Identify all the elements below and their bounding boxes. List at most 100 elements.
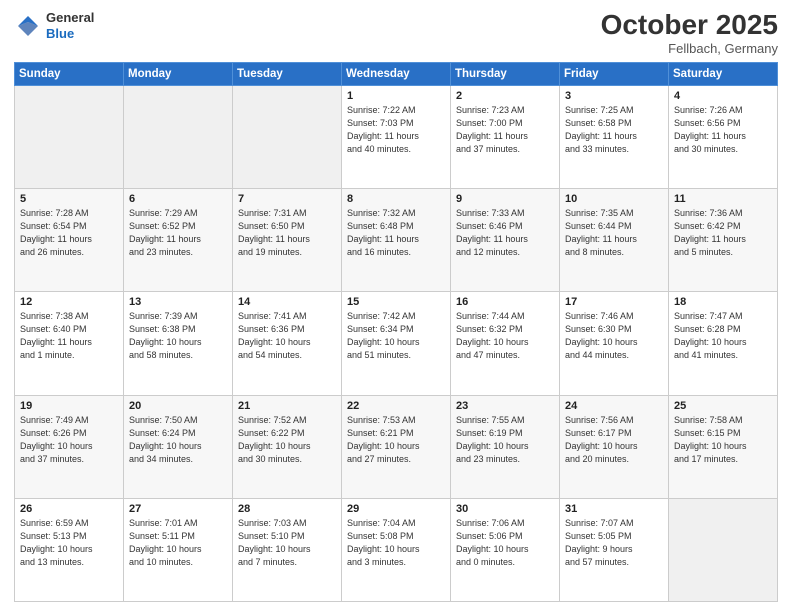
- calendar-cell: 6 Sunrise: 7:29 AM Sunset: 6:52 PM Daylig…: [124, 189, 233, 292]
- day-info: Sunrise: 7:58 AM Sunset: 6:15 PM Dayligh…: [674, 414, 772, 466]
- calendar-cell: 12 Sunrise: 7:38 AM Sunset: 6:40 PM Dayli…: [15, 292, 124, 395]
- calendar-cell: 11 Sunrise: 7:36 AM Sunset: 6:42 PM Dayli…: [669, 189, 778, 292]
- calendar-cell: 13Sunrise: 7:39 AM Sunset: 6:38 PM Dayli…: [124, 292, 233, 395]
- day-info: Sunrise: 7:42 AM Sunset: 6:34 PM Dayligh…: [347, 310, 445, 362]
- day-info: Sunrise: 7:07 AM Sunset: 5:05 PM Dayligh…: [565, 517, 663, 569]
- day-number: 5: [20, 193, 118, 205]
- day-info: Sunrise: 7:38 AM Sunset: 6:40 PM Dayligh…: [20, 310, 118, 362]
- calendar-week-4: 19Sunrise: 7:49 AM Sunset: 6:26 PM Dayli…: [15, 395, 778, 498]
- day-number: 28: [238, 503, 336, 515]
- day-info: Sunrise: 7:23 AM Sunset: 7:00 PM Dayligh…: [456, 104, 554, 156]
- calendar-cell: 23 Sunrise: 7:55 AM Sunset: 6:19 PM Dayli…: [451, 395, 560, 498]
- calendar-cell: 9Sunrise: 7:33 AM Sunset: 6:46 PM Daylig…: [451, 189, 560, 292]
- day-info: Sunrise: 7:29 AM Sunset: 6:52 PM Dayligh…: [129, 207, 227, 259]
- logo: General Blue: [14, 10, 94, 41]
- calendar-cell: [669, 498, 778, 601]
- calendar-cell: 10Sunrise: 7:35 AM Sunset: 6:44 PM Dayli…: [560, 189, 669, 292]
- day-number: 30: [456, 503, 554, 515]
- day-info: Sunrise: 7:06 AM Sunset: 5:06 PM Dayligh…: [456, 517, 554, 569]
- calendar-header-monday: Monday: [124, 62, 233, 85]
- day-number: 14: [238, 296, 336, 308]
- page: General Blue October 2025 Fellbach, Germ…: [0, 0, 792, 612]
- day-number: 16: [456, 296, 554, 308]
- calendar-cell: 26 Sunrise: 6:59 AM Sunset: 5:13 PM Dayli…: [15, 498, 124, 601]
- day-number: 24: [565, 400, 663, 412]
- calendar-cell: 20Sunrise: 7:50 AM Sunset: 6:24 PM Dayli…: [124, 395, 233, 498]
- day-number: 23: [456, 400, 554, 412]
- day-info: Sunrise: 7:25 AM Sunset: 6:58 PM Dayligh…: [565, 104, 663, 156]
- logo-text: General Blue: [46, 10, 94, 41]
- calendar-cell: [233, 85, 342, 188]
- day-number: 1: [347, 90, 445, 102]
- day-info: Sunrise: 7:55 AM Sunset: 6:19 PM Dayligh…: [456, 414, 554, 466]
- day-number: 3: [565, 90, 663, 102]
- day-number: 12: [20, 296, 118, 308]
- calendar-week-2: 5 Sunrise: 7:28 AM Sunset: 6:54 PM Daylig…: [15, 189, 778, 292]
- title-block: October 2025 Fellbach, Germany: [601, 10, 778, 56]
- day-number: 31: [565, 503, 663, 515]
- calendar-cell: [15, 85, 124, 188]
- calendar-week-5: 26 Sunrise: 6:59 AM Sunset: 5:13 PM Dayli…: [15, 498, 778, 601]
- month-title: October 2025: [601, 10, 778, 41]
- day-info: Sunrise: 7:01 AM Sunset: 5:11 PM Dayligh…: [129, 517, 227, 569]
- calendar-cell: [124, 85, 233, 188]
- day-number: 17: [565, 296, 663, 308]
- day-number: 13: [129, 296, 227, 308]
- calendar-cell: 30 Sunrise: 7:06 AM Sunset: 5:06 PM Dayli…: [451, 498, 560, 601]
- calendar-cell: 8 Sunrise: 7:32 AM Sunset: 6:48 PM Daylig…: [342, 189, 451, 292]
- calendar-cell: 29Sunrise: 7:04 AM Sunset: 5:08 PM Dayli…: [342, 498, 451, 601]
- calendar-cell: 14 Sunrise: 7:41 AM Sunset: 6:36 PM Dayli…: [233, 292, 342, 395]
- calendar-cell: 2Sunrise: 7:23 AM Sunset: 7:00 PM Daylig…: [451, 85, 560, 188]
- calendar-cell: 16 Sunrise: 7:44 AM Sunset: 6:32 PM Dayli…: [451, 292, 560, 395]
- calendar-cell: 28 Sunrise: 7:03 AM Sunset: 5:10 PM Dayli…: [233, 498, 342, 601]
- calendar-cell: 22Sunrise: 7:53 AM Sunset: 6:21 PM Dayli…: [342, 395, 451, 498]
- calendar-cell: 3 Sunrise: 7:25 AM Sunset: 6:58 PM Daylig…: [560, 85, 669, 188]
- day-number: 25: [674, 400, 772, 412]
- day-number: 27: [129, 503, 227, 515]
- calendar-cell: 27 Sunrise: 7:01 AM Sunset: 5:11 PM Dayli…: [124, 498, 233, 601]
- day-info: Sunrise: 7:36 AM Sunset: 6:42 PM Dayligh…: [674, 207, 772, 259]
- calendar-header-sunday: Sunday: [15, 62, 124, 85]
- day-info: Sunrise: 7:53 AM Sunset: 6:21 PM Dayligh…: [347, 414, 445, 466]
- calendar-header-saturday: Saturday: [669, 62, 778, 85]
- day-info: Sunrise: 7:26 AM Sunset: 6:56 PM Dayligh…: [674, 104, 772, 156]
- day-number: 18: [674, 296, 772, 308]
- calendar-cell: 21Sunrise: 7:52 AM Sunset: 6:22 PM Dayli…: [233, 395, 342, 498]
- location: Fellbach, Germany: [601, 41, 778, 56]
- day-number: 8: [347, 193, 445, 205]
- day-number: 26: [20, 503, 118, 515]
- day-info: Sunrise: 7:46 AM Sunset: 6:30 PM Dayligh…: [565, 310, 663, 362]
- day-info: Sunrise: 7:28 AM Sunset: 6:54 PM Dayligh…: [20, 207, 118, 259]
- day-info: Sunrise: 7:47 AM Sunset: 6:28 PM Dayligh…: [674, 310, 772, 362]
- day-number: 11: [674, 193, 772, 205]
- calendar-cell: 31 Sunrise: 7:07 AM Sunset: 5:05 PM Dayli…: [560, 498, 669, 601]
- day-info: Sunrise: 7:04 AM Sunset: 5:08 PM Dayligh…: [347, 517, 445, 569]
- day-number: 20: [129, 400, 227, 412]
- day-number: 7: [238, 193, 336, 205]
- day-info: Sunrise: 7:56 AM Sunset: 6:17 PM Dayligh…: [565, 414, 663, 466]
- day-info: Sunrise: 6:59 AM Sunset: 5:13 PM Dayligh…: [20, 517, 118, 569]
- calendar-header-tuesday: Tuesday: [233, 62, 342, 85]
- day-info: Sunrise: 7:32 AM Sunset: 6:48 PM Dayligh…: [347, 207, 445, 259]
- calendar-cell: 18 Sunrise: 7:47 AM Sunset: 6:28 PM Dayli…: [669, 292, 778, 395]
- day-number: 6: [129, 193, 227, 205]
- day-info: Sunrise: 7:41 AM Sunset: 6:36 PM Dayligh…: [238, 310, 336, 362]
- day-number: 19: [20, 400, 118, 412]
- day-number: 4: [674, 90, 772, 102]
- calendar-table: SundayMondayTuesdayWednesdayThursdayFrid…: [14, 62, 778, 602]
- calendar-cell: 19Sunrise: 7:49 AM Sunset: 6:26 PM Dayli…: [15, 395, 124, 498]
- day-number: 15: [347, 296, 445, 308]
- day-info: Sunrise: 7:33 AM Sunset: 6:46 PM Dayligh…: [456, 207, 554, 259]
- day-info: Sunrise: 7:22 AM Sunset: 7:03 PM Dayligh…: [347, 104, 445, 156]
- day-number: 10: [565, 193, 663, 205]
- calendar-week-1: 1 Sunrise: 7:22 AM Sunset: 7:03 PM Daylig…: [15, 85, 778, 188]
- calendar-week-3: 12 Sunrise: 7:38 AM Sunset: 6:40 PM Dayli…: [15, 292, 778, 395]
- calendar-header-row: SundayMondayTuesdayWednesdayThursdayFrid…: [15, 62, 778, 85]
- day-info: Sunrise: 7:03 AM Sunset: 5:10 PM Dayligh…: [238, 517, 336, 569]
- header: General Blue October 2025 Fellbach, Germ…: [14, 10, 778, 56]
- calendar-cell: 25 Sunrise: 7:58 AM Sunset: 6:15 PM Dayli…: [669, 395, 778, 498]
- calendar-cell: 7Sunrise: 7:31 AM Sunset: 6:50 PM Daylig…: [233, 189, 342, 292]
- calendar-cell: 24 Sunrise: 7:56 AM Sunset: 6:17 PM Dayli…: [560, 395, 669, 498]
- logo-icon: [14, 12, 42, 40]
- day-info: Sunrise: 7:44 AM Sunset: 6:32 PM Dayligh…: [456, 310, 554, 362]
